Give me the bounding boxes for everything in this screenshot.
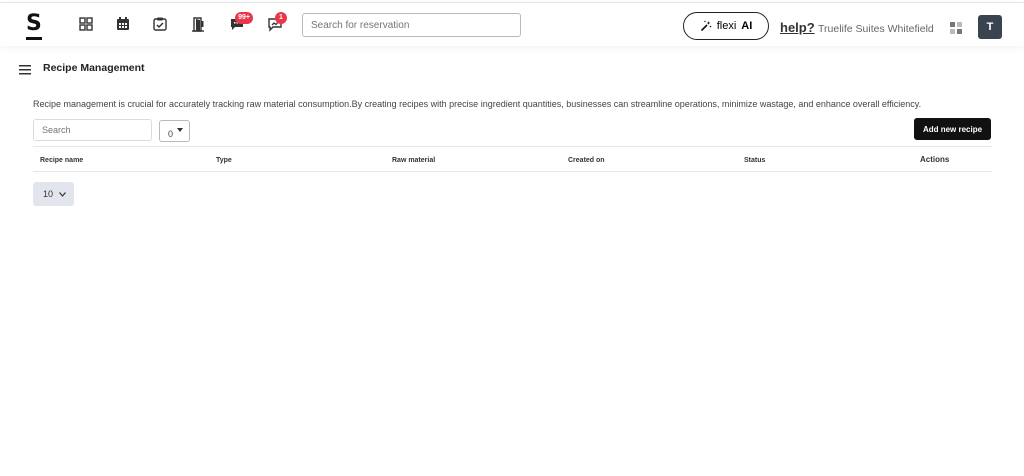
flexi-ai-button[interactable]: flexi AI xyxy=(683,12,769,40)
recipe-table-header: Recipe name Type Raw material Created on… xyxy=(33,146,992,172)
column-header-status[interactable]: Status xyxy=(744,157,765,164)
chevron-down-icon xyxy=(59,192,66,197)
column-header-actions: Actions xyxy=(920,155,950,164)
dashboard-icon[interactable] xyxy=(78,16,94,32)
page-title: Recipe Management xyxy=(43,62,145,74)
flexi-label-prefix: flexi xyxy=(716,20,737,32)
column-header-raw-material[interactable]: Raw material xyxy=(392,157,435,164)
hamburger-menu-icon[interactable] xyxy=(19,62,31,75)
caret-down-icon xyxy=(177,128,183,132)
app-logo[interactable]: S xyxy=(26,13,42,35)
magic-wand-icon xyxy=(700,20,712,32)
add-new-recipe-button[interactable]: Add new recipe xyxy=(914,118,991,140)
help-link[interactable]: help? xyxy=(780,20,815,35)
filter-dropdown[interactable]: 0 xyxy=(159,120,190,142)
door-icon[interactable] xyxy=(190,16,206,32)
user-avatar[interactable]: T xyxy=(978,15,1002,39)
calendar-icon[interactable] xyxy=(115,16,131,32)
column-header-created-on[interactable]: Created on xyxy=(568,157,605,164)
recipe-search-input[interactable] xyxy=(33,119,152,141)
page-description: Recipe management is crucial for accurat… xyxy=(33,99,922,109)
logo-underline xyxy=(26,37,42,40)
rows-per-page-value: 10 xyxy=(43,189,54,199)
property-name[interactable]: Truelife Suites Whitefield xyxy=(818,23,934,35)
notifications-count-badge: 1 xyxy=(275,12,287,24)
messages-count-badge: 99+ xyxy=(235,12,253,24)
top-navigation-bar: S 99+ 1 flexi AI help? Truelife Suites Wh… xyxy=(0,2,1024,46)
flexi-label-strong: AI xyxy=(741,20,753,32)
checklist-icon[interactable] xyxy=(152,16,168,32)
apps-icon[interactable] xyxy=(950,21,962,34)
rows-per-page-select[interactable]: 10 xyxy=(33,182,74,206)
reservation-search-input[interactable] xyxy=(302,13,521,37)
column-header-type[interactable]: Type xyxy=(216,157,232,164)
filter-value: 0 xyxy=(168,129,174,139)
column-header-recipe-name[interactable]: Recipe name xyxy=(40,157,83,164)
